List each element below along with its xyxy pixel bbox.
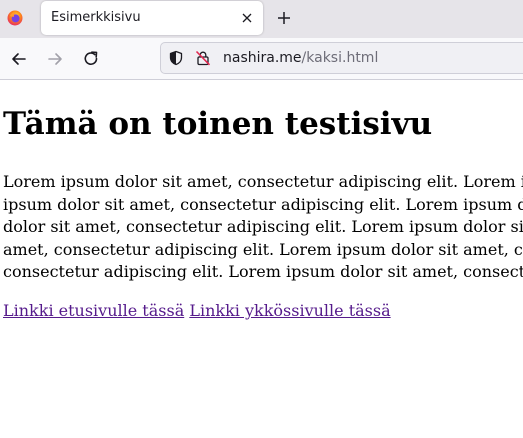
close-icon[interactable]	[239, 10, 255, 26]
lorem-paragraph: Lorem ipsum dolor sit amet, consectetur …	[3, 171, 523, 284]
paragraph-line: Lorem ipsum dolor sit amet, consectetur …	[3, 172, 523, 191]
reload-icon[interactable]	[81, 49, 101, 69]
address-bar[interactable]: nashira.me/kaksi.html	[160, 42, 523, 74]
paragraph-line: consectetur adipiscing elit. Lorem ipsum…	[3, 262, 523, 282]
tab-title: Esimerkkisivu	[51, 10, 141, 25]
shield-icon[interactable]	[168, 50, 184, 66]
tab-esimerkkisivu[interactable]: Esimerkkisivu	[41, 1, 263, 35]
insecure-lock-icon[interactable]	[195, 50, 211, 66]
page-heading: Tämä on toinen testisivu	[3, 106, 433, 142]
link-home-page[interactable]: Linkki etusivulle tässä	[3, 301, 184, 320]
firefox-icon[interactable]	[7, 10, 23, 26]
page-content: Tämä on toinen testisivu Lorem ipsum dol…	[0, 80, 523, 438]
link-page-one[interactable]: Linkki ykkössivulle tässä	[189, 301, 390, 320]
paragraph-line: dolor sit amet, consectetur adipiscing e…	[3, 217, 523, 237]
paragraph-line: amet, consectetur adipiscing elit. Lorem…	[3, 239, 523, 259]
url-text[interactable]: nashira.me/kaksi.html	[223, 50, 378, 66]
back-arrow-icon[interactable]	[9, 49, 29, 69]
url-domain: nashira.me	[223, 50, 302, 66]
plus-icon[interactable]	[275, 9, 293, 27]
navigation-toolbar: nashira.me/kaksi.html	[0, 38, 523, 80]
url-path: /kaksi.html	[301, 50, 379, 66]
tab-strip: Esimerkkisivu	[0, 0, 523, 38]
paragraph-line: ipsum dolor sit amet, consectetur adipis…	[3, 194, 523, 214]
link-row: Linkki etusivulle tässä Linkki ykkössivu…	[3, 301, 391, 320]
forward-arrow-icon[interactable]	[45, 49, 65, 69]
